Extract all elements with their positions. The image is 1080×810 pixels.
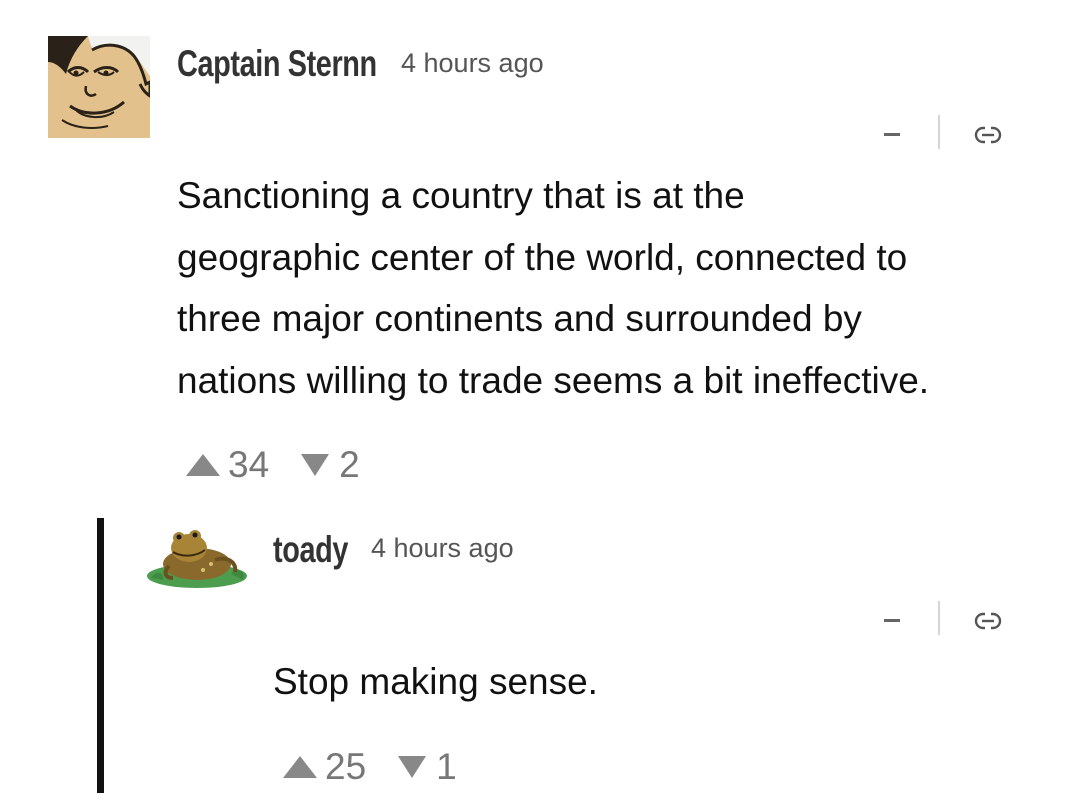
comment-body-line: three major continents and surrounded by: [177, 298, 862, 339]
comment-body-line: Sanctioning a country that is at the: [177, 175, 745, 216]
reply-thread-bar[interactable]: [97, 518, 104, 793]
upvote-button[interactable]: 25: [283, 746, 366, 788]
avatar[interactable]: [48, 36, 150, 138]
triangle-up-icon: [186, 454, 220, 476]
toad-avatar-icon: [147, 530, 247, 588]
comment-body-line: geographic center of the world, connecte…: [177, 236, 908, 278]
author-name[interactable]: toady: [273, 528, 348, 572]
triangle-up-icon: [283, 756, 317, 778]
author-name[interactable]: Captain Sternn: [177, 42, 377, 86]
collapse-button[interactable]: [883, 610, 901, 630]
comment-body: Sanctioning a country that is at the geo…: [177, 165, 929, 411]
triangle-down-icon: [301, 454, 330, 476]
comment-body-line: Stop making sense.: [273, 661, 598, 702]
downvote-button[interactable]: 2: [301, 444, 360, 486]
divider: [938, 115, 940, 149]
collapse-button[interactable]: [883, 124, 901, 144]
avatar[interactable]: [145, 520, 249, 592]
downvote-button[interactable]: 1: [398, 746, 457, 788]
vote-bar: 25 1: [283, 746, 457, 788]
comment-body: Stop making sense.: [273, 651, 598, 713]
link-icon: [974, 126, 1002, 144]
divider: [938, 601, 940, 635]
comment-body-line: nations willing to trade seems a bit ine…: [177, 359, 930, 401]
vote-bar: 34 2: [186, 444, 360, 486]
triangle-down-icon: [398, 756, 427, 778]
upvote-button[interactable]: 34: [186, 444, 269, 486]
cartoon-face-avatar-icon: [48, 36, 150, 138]
link-icon: [974, 612, 1002, 630]
upvote-count: 34: [228, 444, 270, 485]
downvote-count: 1: [436, 746, 457, 787]
comment-timestamp[interactable]: 4 hours ago: [371, 531, 514, 565]
upvote-count: 25: [325, 746, 367, 787]
downvote-count: 2: [339, 444, 360, 485]
comment-timestamp[interactable]: 4 hours ago: [401, 46, 544, 80]
permalink-button[interactable]: [974, 611, 1002, 631]
permalink-button[interactable]: [974, 125, 1002, 145]
